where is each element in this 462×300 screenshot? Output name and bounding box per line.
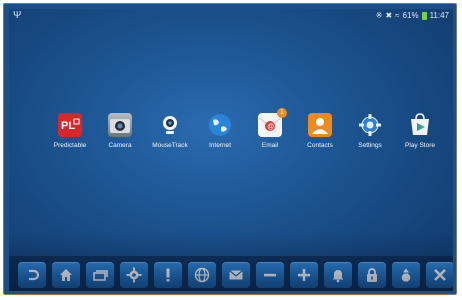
app-label: Predictable [53,142,87,149]
clock: 11:47 [429,11,449,20]
back-icon [29,269,40,281]
app-mousetrack[interactable]: MouseTrack [145,113,195,149]
drop-icon [401,268,411,282]
bluetooth-icon: ※ [375,11,383,20]
close-button[interactable] [426,262,453,288]
lock-icon [367,268,377,282]
app-label: Contacts [307,142,333,149]
wifi-icon: ≈ [395,11,400,20]
app-label: Play Store [405,142,435,149]
app-camera[interactable]: Camera [95,113,145,149]
minus-icon [264,273,276,277]
bell-icon [332,270,344,283]
globe-icon [208,113,232,137]
assistive-taskbar [9,256,453,291]
gear-icon [358,113,382,137]
app-label: MouseTrack [152,142,188,149]
usb-icon: Ψ [13,10,22,21]
lock-button[interactable] [358,262,386,288]
exclamation-icon [166,268,170,282]
app-contacts[interactable]: Contacts [295,113,345,149]
svg-text:PL: PL [61,120,75,132]
globe-icon [194,267,210,283]
recent-apps-button[interactable] [86,262,114,288]
app-email[interactable]: @ 1 Email [245,108,295,149]
zoom-in-button[interactable] [290,262,318,288]
notifications-button[interactable] [324,262,352,288]
svg-text:@: @ [267,124,274,131]
plus-icon [298,269,310,281]
webcam-icon [158,113,182,137]
settings-button[interactable] [120,262,148,288]
tablet-frame: Ψ ※ ✖ ≈ 61% 11:47 PL Predictable Camera … [3,3,457,295]
mail-button[interactable] [222,262,250,288]
home-button[interactable] [52,262,80,288]
app-predictable[interactable]: PL Predictable [45,113,95,149]
app-internet[interactable]: Internet [195,113,245,149]
browser-button[interactable] [188,262,216,288]
app-settings[interactable]: Settings [345,113,395,149]
status-indicators: ※ ✖ ≈ 61% 11:47 [376,11,449,20]
zoom-out-button[interactable] [256,262,284,288]
app-label: Settings [358,142,382,149]
play-store-icon [408,113,432,137]
home-icon [60,269,72,281]
camera-icon [108,113,132,137]
status-bar: Ψ ※ ✖ ≈ 61% 11:47 [9,9,453,23]
back-button[interactable] [18,262,46,288]
gear-icon [126,267,142,283]
app-play-store[interactable]: Play Store [395,113,445,149]
app-shortcuts: PL Predictable Camera MouseTrack Interne… [45,108,445,163]
mute-icon: ✖ [385,11,393,20]
notification-badge: 1 [277,108,287,118]
contacts-icon [308,113,332,137]
drop-button[interactable] [392,262,420,288]
alert-button[interactable] [154,262,182,288]
app-label: Internet [208,142,232,149]
app-label: Camera [108,142,132,149]
predictable-icon: PL [58,113,82,137]
close-icon [434,269,446,281]
recent-apps-icon [93,270,108,281]
battery-icon [421,11,427,20]
battery-percent: 61% [402,11,419,20]
email-icon: @ 1 [258,108,287,137]
app-label: Email [261,142,279,149]
home-screen: Ψ ※ ✖ ≈ 61% 11:47 PL Predictable Camera … [9,9,453,291]
mail-icon [229,270,243,280]
